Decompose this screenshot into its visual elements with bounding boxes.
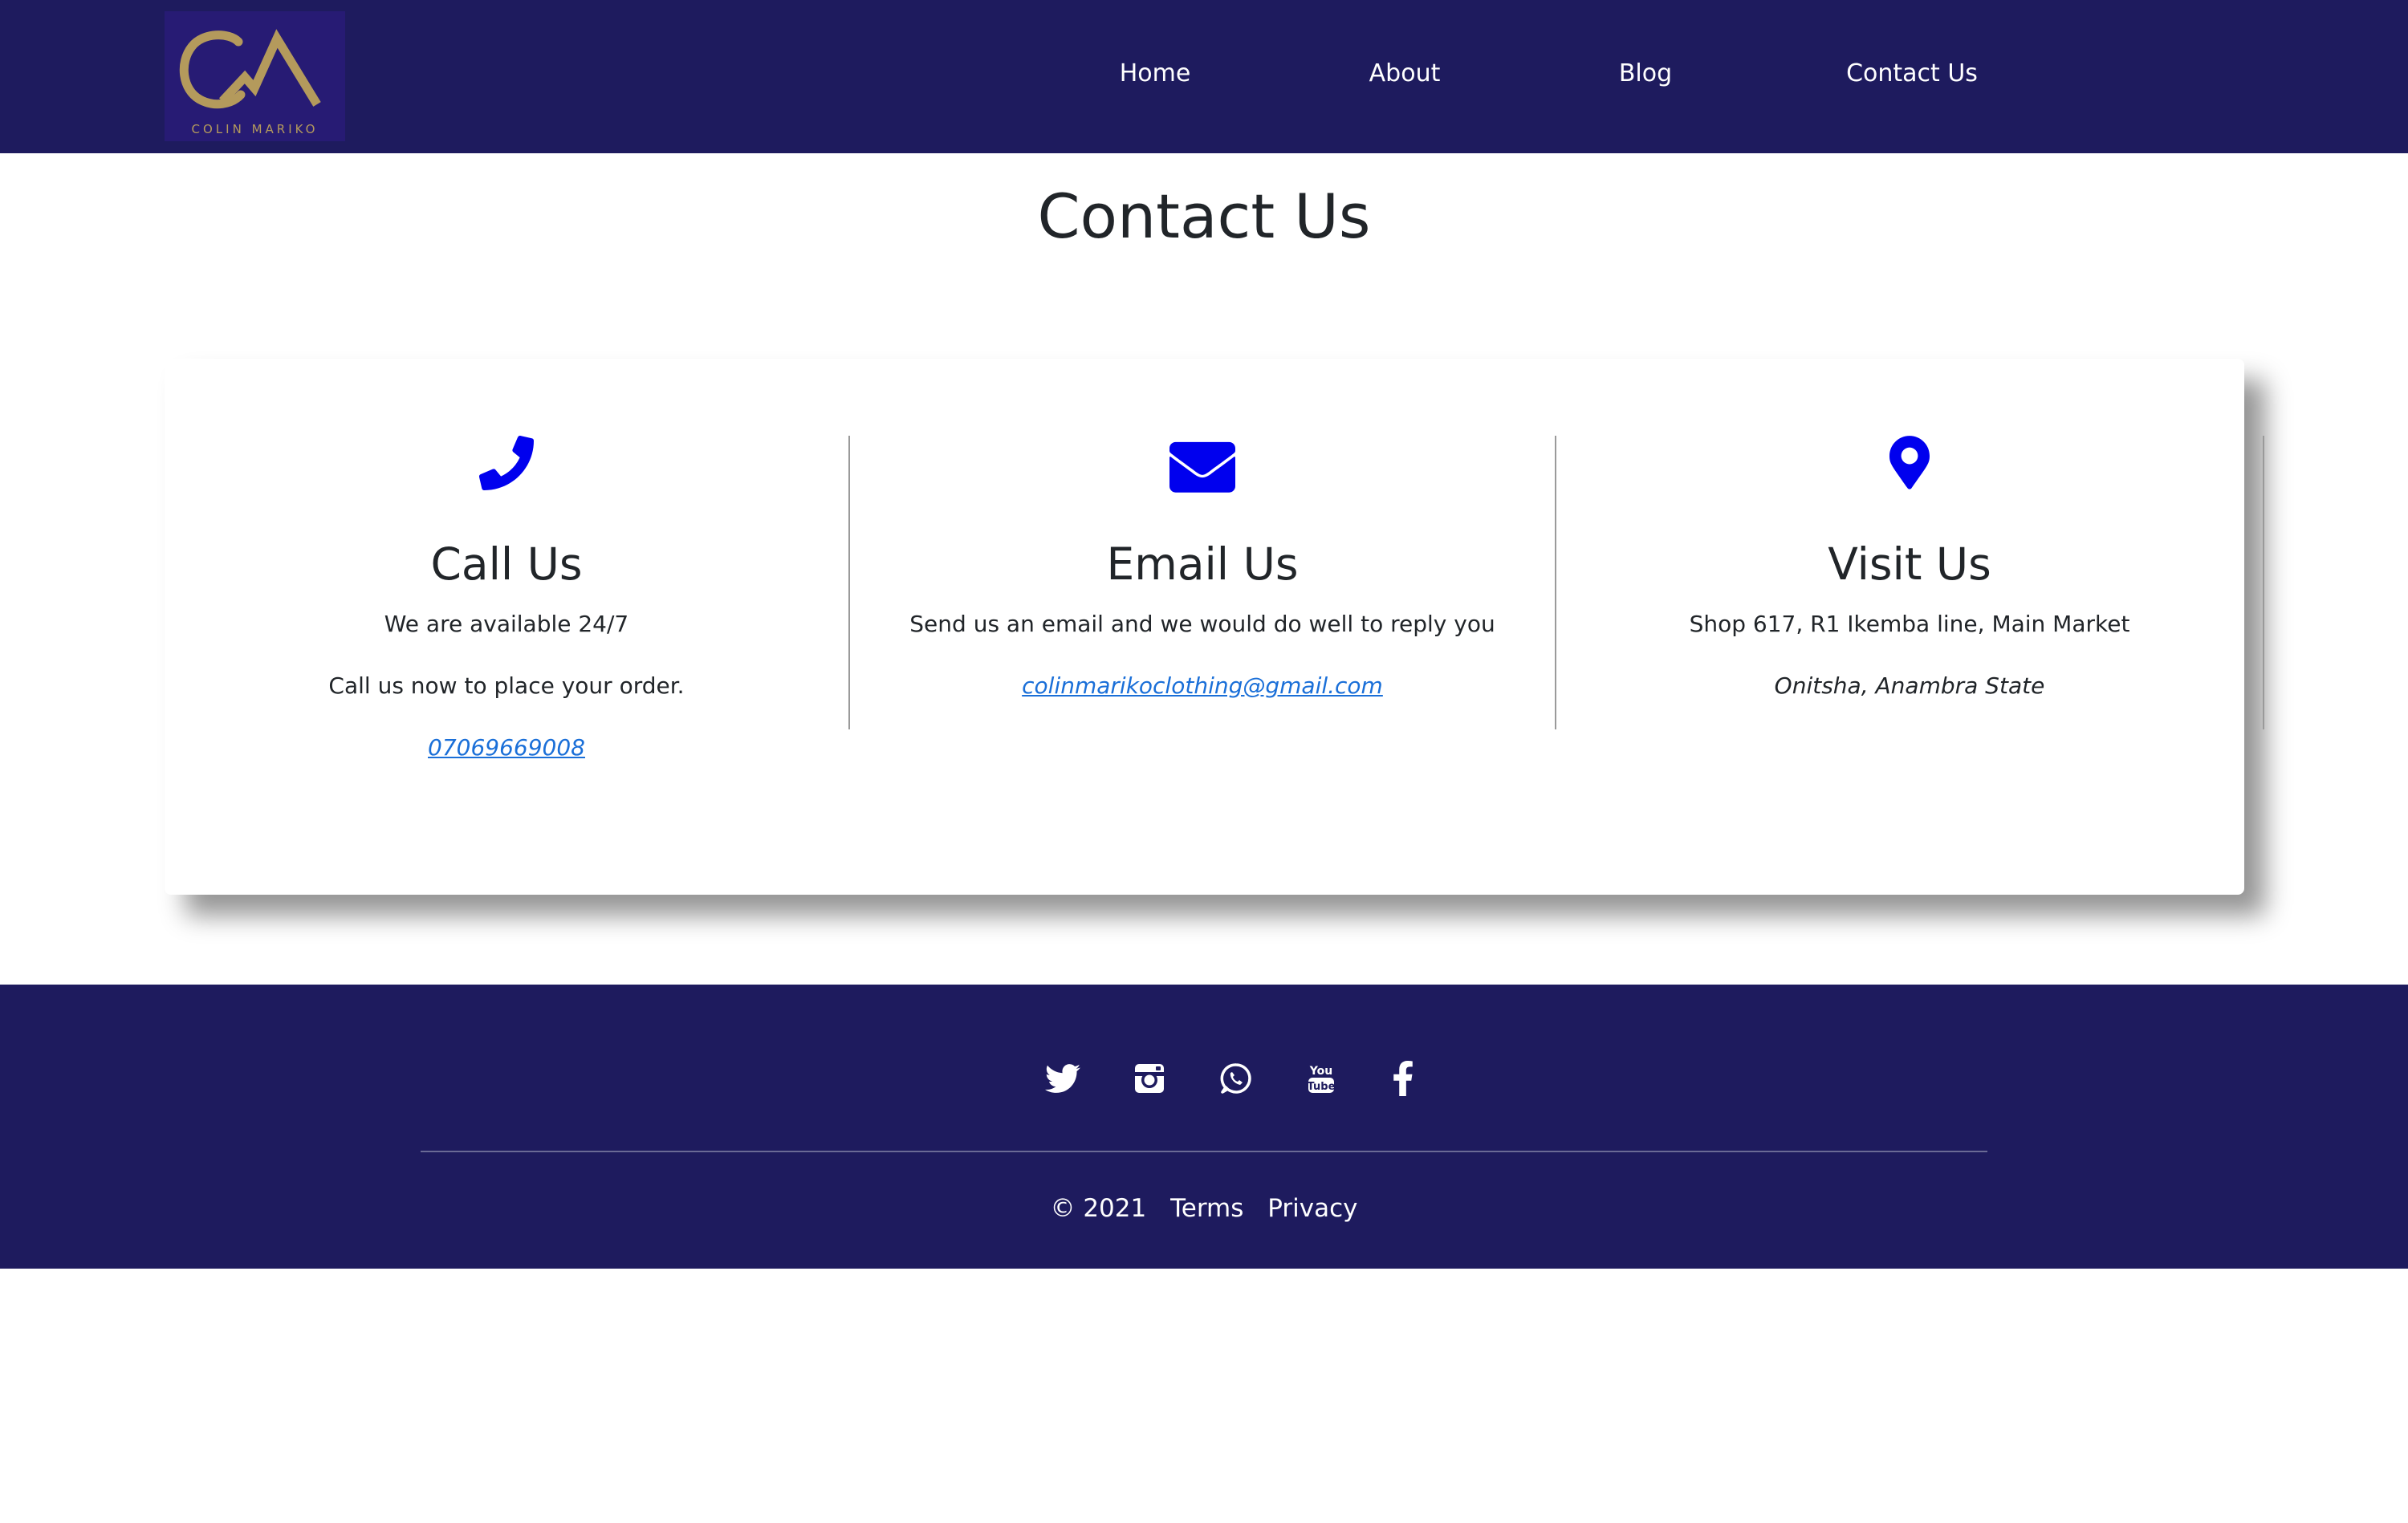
contact-card: Call Us We are available 24/7 Call us no… xyxy=(165,359,2264,895)
phone-number-link[interactable]: 07069669008 xyxy=(428,734,585,761)
visit-us-address-line2: Onitsha, Anambra State xyxy=(1774,672,2045,699)
email-us-title: Email Us xyxy=(1106,538,1299,590)
email-address-link[interactable]: colinmarikoclothing@gmail.com xyxy=(1022,672,1383,699)
call-us-instruction: Call us now to place your order. xyxy=(328,672,685,699)
phone-icon xyxy=(479,436,534,490)
footer-links: © 2021 Terms Privacy xyxy=(0,1194,2408,1223)
visit-us-section: Visit Us Shop 617, R1 Ikemba line, Main … xyxy=(1556,436,2264,729)
call-us-section: Call Us We are available 24/7 Call us no… xyxy=(165,436,850,761)
terms-link[interactable]: Terms xyxy=(1170,1194,1243,1223)
logo-wordmark: COLIN MARIKO xyxy=(191,122,319,136)
youtube-icon[interactable]: You Tube xyxy=(1304,1061,1339,1096)
nav-blog[interactable]: Blog xyxy=(1619,59,1672,87)
footer-divider xyxy=(421,1151,1987,1152)
email-us-description: Send us an email and we would do well to… xyxy=(909,611,1495,637)
visit-us-title: Visit Us xyxy=(1828,538,1991,590)
copyright-text: © 2021 xyxy=(1050,1194,1147,1223)
map-pin-icon xyxy=(1889,436,1930,493)
envelope-icon xyxy=(1169,441,1235,493)
visit-us-address-line1: Shop 617, R1 Ikemba line, Main Market xyxy=(1689,611,2130,637)
call-us-title: Call Us xyxy=(430,538,583,590)
svg-text:You: You xyxy=(1309,1065,1332,1078)
email-us-section: Email Us Send us an email and we would d… xyxy=(850,436,1556,729)
svg-text:Tube: Tube xyxy=(1308,1081,1336,1093)
privacy-link[interactable]: Privacy xyxy=(1267,1194,1357,1223)
nav-home[interactable]: Home xyxy=(1120,59,1191,87)
nav-about[interactable]: About xyxy=(1369,59,1441,87)
page-title: Contact Us xyxy=(1037,181,1371,252)
nav-contact-us[interactable]: Contact Us xyxy=(1846,59,1978,87)
twitter-icon[interactable] xyxy=(1045,1061,1080,1096)
facebook-icon[interactable] xyxy=(1385,1061,1421,1096)
brand-logo[interactable]: COLIN MARIKO xyxy=(165,11,345,141)
site-footer: You Tube © 2021 Terms Privacy xyxy=(0,985,2408,1269)
whatsapp-icon[interactable] xyxy=(1218,1061,1254,1096)
top-navbar: COLIN MARIKO Home About Blog Contact Us xyxy=(0,0,2408,153)
call-us-availability: We are available 24/7 xyxy=(384,611,629,637)
instagram-icon[interactable] xyxy=(1132,1061,1167,1096)
